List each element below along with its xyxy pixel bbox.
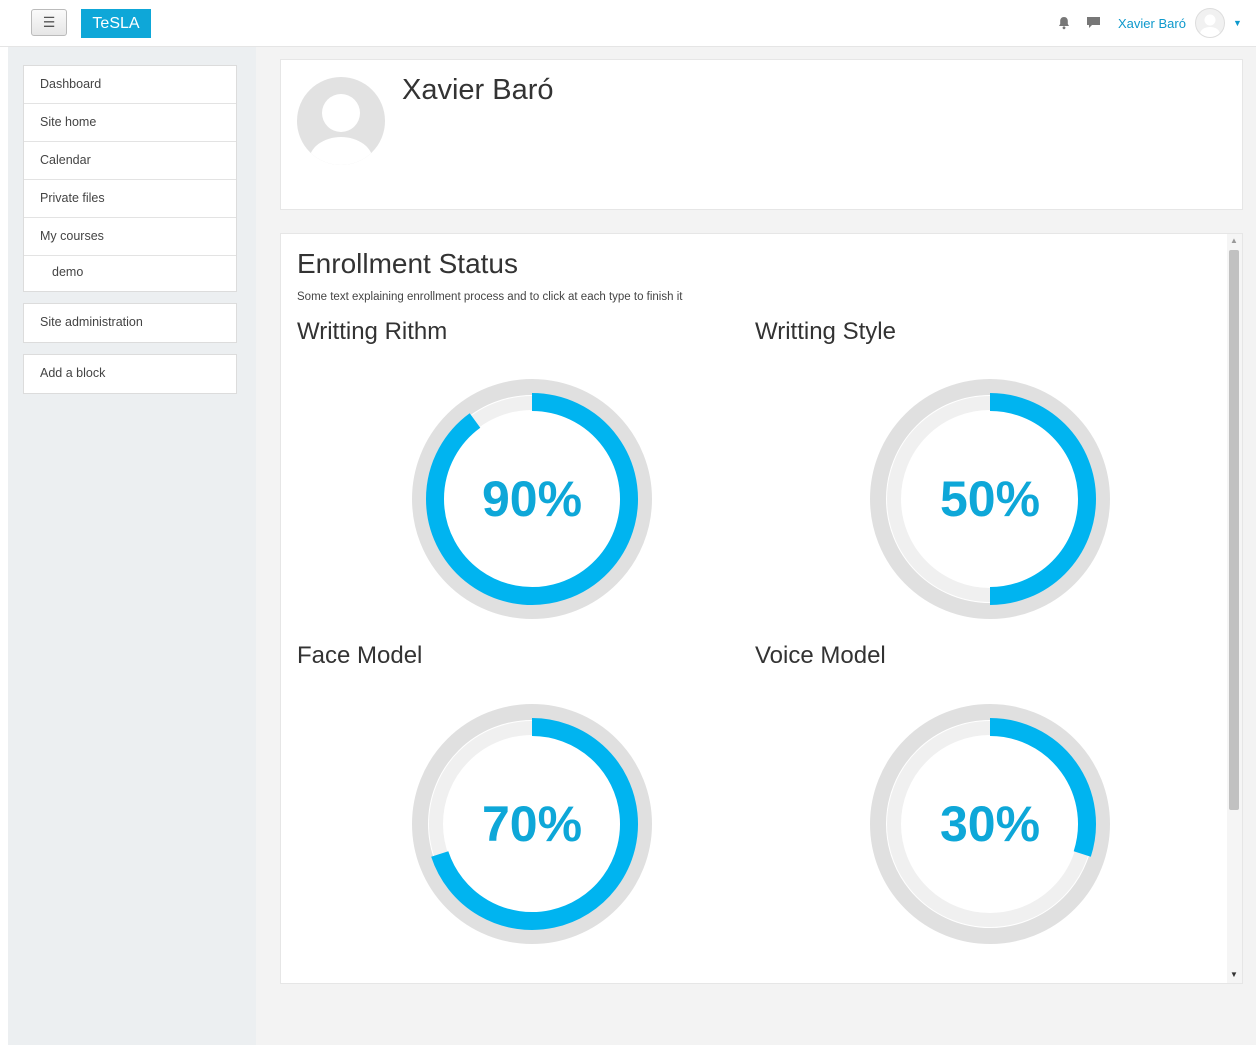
navigation-block: Dashboard Site home Calendar Private fil… bbox=[23, 65, 237, 292]
model-title-writting-rithm: Writting Rithm bbox=[297, 318, 448, 345]
gauge-voice-model[interactable]: 30% bbox=[868, 702, 1112, 946]
admin-block: Site administration bbox=[23, 303, 237, 343]
brand-logo[interactable]: TeSLA bbox=[81, 9, 151, 38]
gauge-percent-label: 90% bbox=[481, 471, 583, 527]
gauge-face-model[interactable]: 70% bbox=[410, 702, 654, 946]
sidebar-item-my-courses[interactable]: My courses bbox=[24, 218, 236, 256]
model-title-voice-model: Voice Model bbox=[755, 642, 886, 669]
add-block-link[interactable]: Add a block bbox=[24, 355, 236, 393]
model-title-writting-style: Writting Style bbox=[755, 318, 896, 345]
chat-icon[interactable] bbox=[1086, 16, 1101, 35]
add-block-block: Add a block bbox=[23, 354, 237, 394]
profile-avatar bbox=[297, 77, 385, 165]
main-content: Xavier Baró Enrollment Status Some text … bbox=[256, 47, 1256, 1045]
gauge-writting-style[interactable]: 50% bbox=[868, 377, 1112, 621]
sidebar-item-private-files[interactable]: Private files bbox=[24, 180, 236, 218]
top-navbar: ☰ TeSLA Xavier Baró ▼ bbox=[0, 0, 1256, 47]
profile-name: Xavier Baró bbox=[402, 74, 554, 106]
sidebar-item-calendar[interactable]: Calendar bbox=[24, 142, 236, 180]
avatar[interactable] bbox=[1195, 8, 1225, 38]
sidebar-item-demo[interactable]: demo bbox=[24, 256, 236, 291]
menu-icon: ☰ bbox=[42, 14, 56, 30]
sidebar-item-site-administration[interactable]: Site administration bbox=[24, 304, 236, 342]
menu-toggle-button[interactable]: ☰ bbox=[31, 9, 67, 36]
profile-header: Xavier Baró bbox=[280, 59, 1243, 210]
enrollment-status-title: Enrollment Status bbox=[297, 248, 518, 279]
scroll-thumb[interactable] bbox=[1229, 250, 1239, 810]
panel-scrollbar[interactable]: ▲ ▼ bbox=[1227, 234, 1242, 983]
enrollment-description: Some text explaining enrollment process … bbox=[297, 291, 683, 303]
enrollment-status-panel: Enrollment Status Some text explaining e… bbox=[280, 233, 1243, 984]
sidebar-item-dashboard[interactable]: Dashboard bbox=[24, 66, 236, 104]
gauge-writting-rithm[interactable]: 90% bbox=[410, 377, 654, 621]
bell-icon[interactable] bbox=[1057, 16, 1071, 35]
gauge-percent-label: 50% bbox=[939, 471, 1041, 527]
sidebar-item-site-home[interactable]: Site home bbox=[24, 104, 236, 142]
user-name-link[interactable]: Xavier Baró bbox=[1118, 16, 1186, 31]
scroll-down-arrow-icon[interactable]: ▼ bbox=[1230, 970, 1238, 979]
gauge-percent-label: 30% bbox=[939, 796, 1041, 852]
gauge-percent-label: 70% bbox=[481, 796, 583, 852]
sidebar: Dashboard Site home Calendar Private fil… bbox=[8, 47, 256, 1045]
model-title-face-model: Face Model bbox=[297, 642, 423, 669]
scroll-up-arrow-icon[interactable]: ▲ bbox=[1230, 236, 1238, 245]
caret-down-icon[interactable]: ▼ bbox=[1233, 18, 1242, 28]
